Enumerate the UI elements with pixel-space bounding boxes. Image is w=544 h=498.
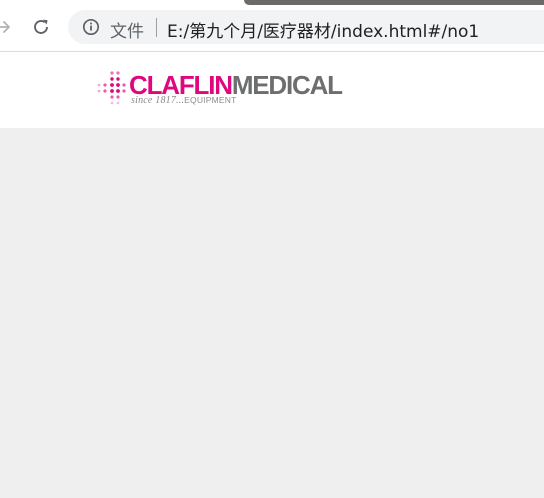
- logo-tagline-script: since 1817...: [131, 95, 185, 106]
- forward-arrow-icon: [0, 21, 10, 33]
- logo-tagline: since 1817...EQUIPMENT: [131, 95, 237, 106]
- logo-brand-secondary: MEDICAL: [231, 70, 343, 100]
- browser-toolbar: 文件 E:/第九个月/医疗器材/index.html#/no1: [0, 0, 544, 52]
- claflin-medical-logo[interactable]: CLAFLINMEDICAL since 1817...EQUIPMENT: [96, 70, 366, 110]
- dot-cross-logo-icon: [97, 71, 126, 105]
- reload-button[interactable]: [30, 16, 52, 38]
- reload-icon: [34, 19, 48, 34]
- tab-strip-edge: [244, 0, 544, 5]
- page-content-area: [0, 128, 544, 498]
- forward-button[interactable]: [0, 16, 12, 38]
- omnibox-divider: [156, 18, 157, 37]
- url-text[interactable]: E:/第九个月/医疗器材/index.html#/no1: [167, 17, 479, 42]
- address-bar[interactable]: 文件 E:/第九个月/医疗器材/index.html#/no1: [68, 10, 544, 44]
- security-label[interactable]: 文件: [110, 17, 144, 42]
- info-icon[interactable]: [82, 18, 100, 36]
- logo-tagline-caps: EQUIPMENT: [184, 95, 237, 105]
- site-header: CLAFLINMEDICAL since 1817...EQUIPMENT: [0, 52, 544, 128]
